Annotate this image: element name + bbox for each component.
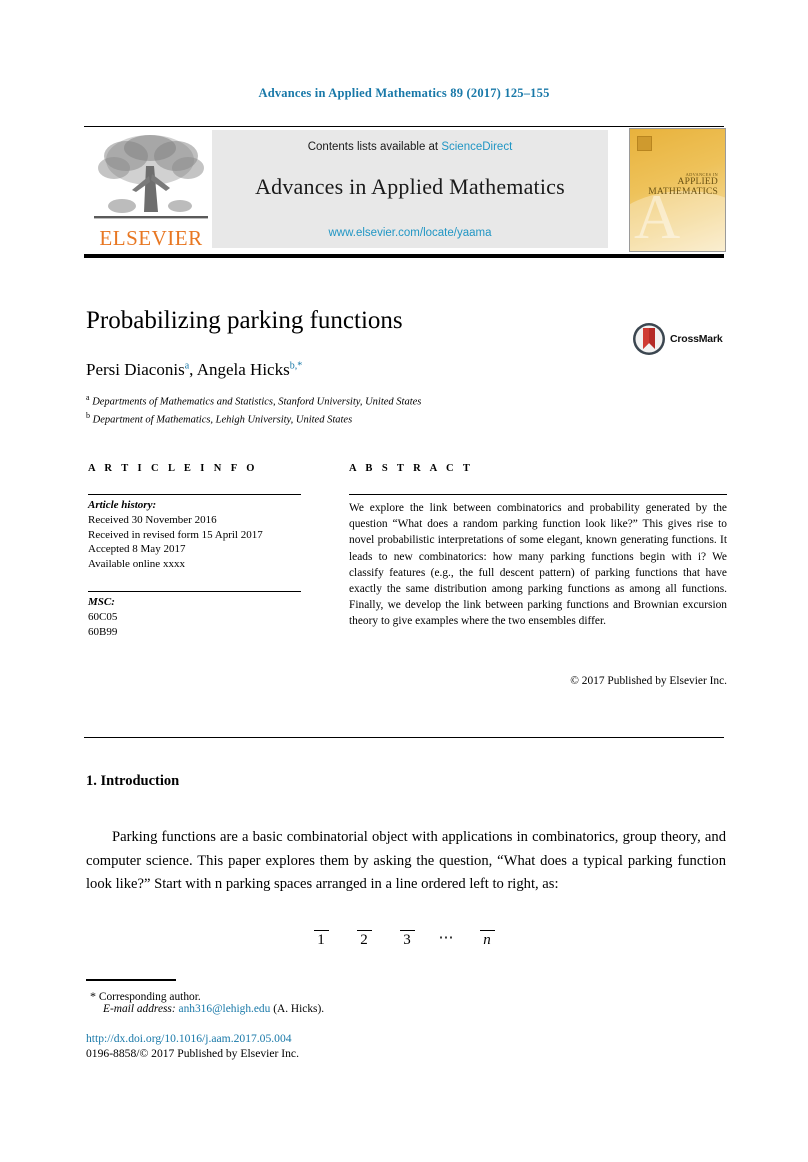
abstract-bottom-rule: [84, 737, 724, 739]
cover-title-block: ADVANCES IN APPLIED MATHEMATICS: [648, 172, 718, 198]
author-marker-1[interactable]: a: [185, 360, 189, 371]
crossmark-label: CrossMark: [670, 333, 723, 345]
article-info-heading: A R T I C L E I N F O: [88, 463, 258, 474]
footnote-rule: [86, 979, 176, 981]
parking-slot-3: 3: [399, 930, 415, 949]
contents-lists-line: Contents lists available at ScienceDirec…: [212, 141, 608, 153]
history-item: Received in revised form 15 April 2017: [88, 528, 263, 541]
elsevier-wordmark: ELSEVIER: [99, 226, 203, 250]
msc-item: 60C05: [88, 611, 118, 623]
affiliation-marker-a: a: [86, 393, 90, 402]
elsevier-logo: ELSEVIER: [92, 130, 210, 250]
email-link[interactable]: anh316@lehigh.edu: [179, 1003, 271, 1015]
header-rule: [84, 126, 724, 127]
elsevier-tree-icon: [94, 135, 208, 219]
msc-label: MSC:: [88, 596, 115, 608]
parking-slot-2: 2: [356, 930, 372, 949]
cover-title-line3: MATHEMATICS: [648, 186, 718, 197]
affiliation-list: a Departments of Mathematics and Statist…: [86, 392, 686, 429]
article-info-rule-top: [88, 494, 301, 496]
author-name-1: Persi Diaconis: [86, 360, 185, 379]
cover-publisher-mark: [637, 136, 652, 151]
running-head: Advances in Applied Mathematics 89 (2017…: [258, 86, 550, 100]
journal-article-page: Advances in Applied Mathematics 89 (2017…: [0, 0, 808, 1162]
parking-spaces-display: 1 2 3 ⋯ n: [0, 928, 808, 949]
crossmark-icon: [633, 323, 665, 355]
section-heading-introduction: 1. Introduction: [86, 773, 180, 789]
history-item: Received 30 November 2016: [88, 514, 217, 526]
parking-slot-n: n: [479, 930, 495, 949]
contents-prefix: Contents lists available at: [307, 141, 442, 153]
banner-grey-panel: Contents lists available at ScienceDirec…: [212, 130, 608, 248]
journal-title: Advances in Applied Mathematics: [255, 174, 565, 199]
body-paragraph-1: Parking functions are a basic combinator…: [86, 829, 726, 893]
msc-item: 60B99: [88, 625, 118, 638]
affiliation-text-a: Departments of Mathematics and Statistic…: [92, 396, 422, 408]
page-title: Probabilizing parking functions: [86, 307, 403, 334]
history-item: Available online xxxx: [88, 557, 185, 570]
corresponding-author-star: *: [90, 989, 96, 1003]
journal-cover-thumbnail: A ADVANCES IN APPLIED MATHEMATICS: [629, 128, 726, 252]
abstract-heading: A B S T R A C T: [349, 463, 474, 474]
banner-bottom-rule: [84, 254, 724, 258]
article-history-list: Received 30 November 2016 Received in re…: [88, 513, 306, 571]
email-label: E-mail address:: [103, 1003, 176, 1015]
journal-banner: ELSEVIER Contents lists available at Sci…: [84, 128, 726, 252]
crossmark-badge[interactable]: CrossMark: [632, 322, 728, 356]
author-marker-2[interactable]: b,*: [290, 360, 303, 371]
issn-copyright-line: 0196-8858/© 2017 Published by Elsevier I…: [86, 1047, 299, 1060]
corresponding-author-text: Corresponding author.: [98, 991, 201, 1003]
article-info-rule-mid: [88, 591, 301, 593]
sciencedirect-link[interactable]: ScienceDirect: [441, 141, 512, 153]
affiliation-marker-b: b: [86, 411, 90, 421]
article-history-label: Article history:: [88, 499, 157, 511]
affiliation-text-b: Department of Mathematics, Lehigh Univer…: [92, 414, 353, 426]
author-name-2: Angela Hicks: [196, 360, 290, 379]
msc-list: 60C05 60B99: [88, 610, 288, 639]
author-list: Persi Diaconisa, Angela Hicksb,*: [86, 360, 303, 379]
abstract-copyright: © 2017 Published by Elsevier Inc.: [570, 675, 727, 687]
doi-link[interactable]: http://dx.doi.org/10.1016/j.aam.2017.05.…: [86, 1032, 292, 1045]
affiliation-item: b Department of Mathematics, Lehigh Univ…: [86, 410, 686, 428]
email-suffix: (A. Hicks).: [273, 1003, 325, 1015]
abstract-body: We explore the link between combinatoric…: [349, 502, 727, 628]
parking-slot-1: 1: [313, 930, 329, 949]
abstract-rule-top: [349, 494, 727, 496]
history-item: Accepted 8 May 2017: [88, 543, 186, 556]
parking-slot-ellipsis: ⋯: [438, 930, 456, 946]
journal-url-link[interactable]: www.elsevier.com/locate/yaama: [212, 227, 608, 239]
email-note: E-mail address: anh316@lehigh.edu (A. Hi…: [103, 1003, 623, 1015]
affiliation-item: a Departments of Mathematics and Statist…: [86, 392, 686, 410]
